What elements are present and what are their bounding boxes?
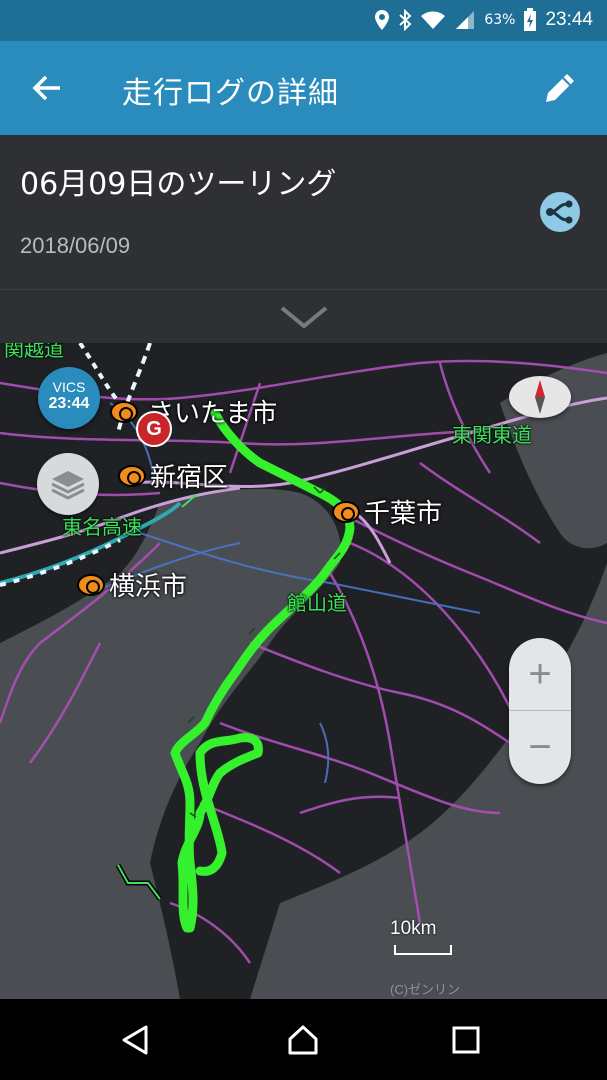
zoom-control: + −	[509, 638, 571, 784]
map-scale-bar	[394, 945, 452, 955]
pencil-icon[interactable]	[541, 69, 579, 107]
wifi-icon	[421, 11, 446, 29]
road-label-higashi-kanto: 東関東道	[452, 423, 532, 447]
signal-icon	[456, 11, 475, 29]
back-arrow-icon[interactable]	[28, 69, 66, 107]
nav-home-icon[interactable]	[286, 1023, 320, 1057]
road-label-tateyama: 館山道	[287, 591, 347, 615]
battery-percent: 63%	[484, 12, 516, 28]
city-label: 新宿区	[150, 463, 229, 493]
vics-time: 23:44	[48, 395, 90, 412]
map-copyright: (C)ゼンリン	[390, 982, 461, 997]
city-marker-chiba[interactable]: 千葉市	[332, 493, 442, 530]
city-marker-yokohama[interactable]: 横浜市	[77, 566, 187, 603]
city-pin-icon	[332, 500, 360, 523]
city-pin-icon	[118, 464, 146, 487]
zoom-in-button[interactable]: +	[509, 638, 571, 710]
vics-button[interactable]: VICS 23:44	[38, 367, 100, 429]
app-bar: 走行ログの詳細	[0, 41, 607, 135]
location-icon	[375, 10, 390, 30]
road-label-kan-etsu: 関越道	[4, 343, 64, 361]
bluetooth-icon	[399, 9, 412, 31]
road-label-tomei: 東名高速	[62, 515, 142, 539]
trip-info-panel: 06月09日のツーリング 2018/06/09	[0, 135, 607, 289]
trip-date: 2018/06/09	[20, 233, 131, 258]
battery-charging-icon	[524, 8, 537, 31]
status-clock: 23:44	[545, 9, 593, 30]
compass-button[interactable]	[509, 376, 571, 418]
chevron-down-icon	[280, 306, 328, 329]
expand-details-bar[interactable]	[0, 289, 607, 343]
nav-recents-icon[interactable]	[449, 1023, 483, 1057]
share-route-button[interactable]	[540, 192, 580, 232]
compass-icon	[535, 380, 545, 414]
vics-label: VICS	[52, 379, 86, 395]
city-label: 横浜市	[109, 572, 188, 602]
nav-back-icon[interactable]	[118, 1023, 152, 1057]
city-marker-shinjuku[interactable]: 新宿区	[118, 457, 228, 494]
city-pin-icon	[77, 573, 105, 596]
layers-icon	[51, 471, 85, 500]
trip-title: 06月09日のツーリング	[20, 167, 337, 202]
map-scale-label: 10km	[390, 918, 437, 939]
city-pin-icon	[110, 400, 138, 423]
route-map[interactable]: 関越道 東関東道 東名高速 館山道 さいたま市 新宿区 千葉市 横浜市 G VI…	[0, 343, 607, 999]
zoom-out-button[interactable]: −	[509, 711, 571, 783]
system-nav-bar	[0, 999, 607, 1080]
city-marker-saitama[interactable]: さいたま市	[110, 393, 277, 430]
city-label: 千葉市	[364, 499, 443, 529]
layers-button[interactable]	[37, 453, 99, 515]
share-route-icon	[546, 200, 573, 224]
goal-marker[interactable]: G	[136, 411, 172, 447]
page-title: 走行ログの詳細	[122, 76, 339, 111]
status-bar: 63% 23:44	[0, 0, 607, 41]
